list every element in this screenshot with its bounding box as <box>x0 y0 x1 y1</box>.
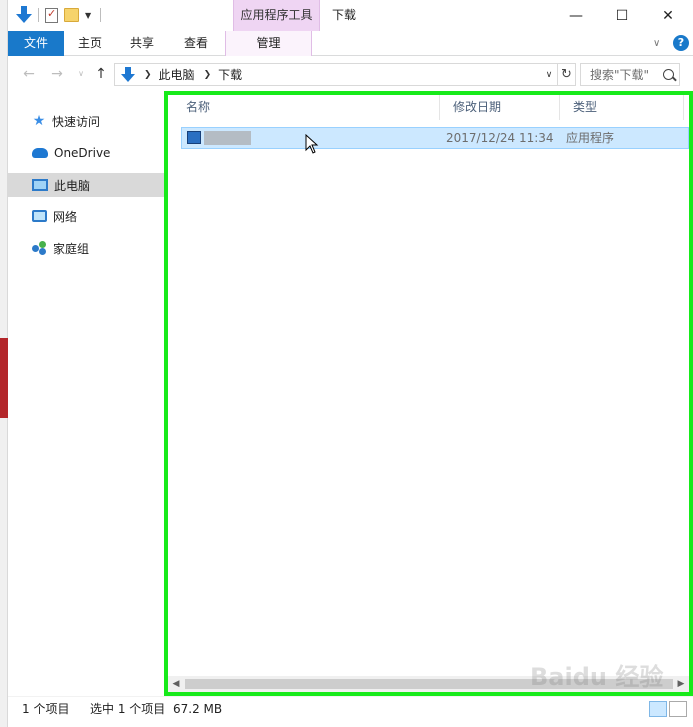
file-type: 应用程序 <box>566 131 615 145</box>
column-header-name[interactable]: 名称 <box>173 95 443 120</box>
sidebar-item-onedrive[interactable]: OneDrive <box>8 141 164 165</box>
refresh-icon[interactable]: ↻ <box>557 64 575 85</box>
navigation-pane: ★ 快速访问 OneDrive 此电脑 网络 家庭组 <box>8 91 164 696</box>
sidebar-item-label: 快速访问 <box>52 114 101 129</box>
window-title: 下载 <box>332 8 357 22</box>
chevron-right-icon[interactable]: ❯ <box>144 70 152 80</box>
column-header-date[interactable]: 修改日期 <box>439 95 559 120</box>
title-bar: ▼ 应用程序工具 下载 — ☐ ✕ <box>8 0 693 31</box>
sidebar-item-network[interactable]: 网络 <box>8 204 164 228</box>
sidebar-item-label: 此电脑 <box>54 178 91 193</box>
chevron-right-icon[interactable]: ❯ <box>204 70 212 80</box>
details-view-icon[interactable] <box>649 701 667 717</box>
column-headers: 名称 修改日期 类型 <box>168 95 689 120</box>
mouse-cursor-icon <box>305 134 319 154</box>
network-icon <box>32 210 47 222</box>
breadcrumb-this-pc[interactable]: 此电脑 <box>159 66 195 83</box>
up-arrow-icon[interactable]: ↑ <box>92 65 110 83</box>
close-button[interactable]: ✕ <box>645 0 691 31</box>
status-item-count: 1 个项目 <box>22 702 70 716</box>
homegroup-icon <box>32 241 47 255</box>
table-row[interactable]: 2017/12/24 11:34 应用程序 <box>181 127 689 149</box>
sidebar-item-homegroup[interactable]: 家庭组 <box>8 236 164 260</box>
status-bar: 1 个项目 选中 1 个项目 67.2 MB <box>8 696 693 727</box>
tab-share[interactable]: 共享 <box>120 31 164 56</box>
status-size: 67.2 MB <box>173 702 223 716</box>
star-icon: ★ <box>32 113 46 129</box>
background-window-edge <box>0 0 8 727</box>
sidebar-item-label: OneDrive <box>54 146 111 160</box>
status-selected: 选中 1 个项目 <box>90 702 166 716</box>
minimize-button[interactable]: — <box>553 0 599 31</box>
file-list: 名称 修改日期 类型 2017/12/24 11:34 应用程序 ◀ ▶ <box>164 91 693 696</box>
tab-view[interactable]: 查看 <box>174 31 218 56</box>
sidebar-item-quick-access[interactable]: ★ 快速访问 <box>8 109 164 133</box>
qat-separator <box>100 8 101 22</box>
properties-icon[interactable] <box>45 7 58 23</box>
chevron-down-icon[interactable]: ∨ <box>541 70 557 80</box>
tab-home[interactable]: 主页 <box>68 31 112 56</box>
qat-separator <box>38 8 39 22</box>
search-input[interactable]: 搜索"下载" <box>580 63 680 86</box>
help-icon[interactable]: ? <box>673 35 689 51</box>
address-bar[interactable]: ❯ 此电脑 ❯ 下载 ∨ ↻ <box>114 63 576 86</box>
download-folder-icon <box>121 66 135 83</box>
scroll-left-icon[interactable]: ◀ <box>168 676 184 692</box>
expand-ribbon-icon[interactable]: ∨ <box>653 38 663 49</box>
tab-manage[interactable]: 管理 <box>225 31 312 56</box>
quick-access-toolbar: ▼ <box>16 6 101 24</box>
view-switcher <box>649 701 687 717</box>
computer-icon <box>32 179 48 191</box>
column-header-more[interactable] <box>683 95 689 120</box>
new-folder-icon[interactable] <box>64 8 79 22</box>
recent-locations-icon[interactable]: ∨ <box>72 65 90 83</box>
application-icon <box>187 131 201 144</box>
column-header-type[interactable]: 类型 <box>559 95 683 120</box>
cloud-icon <box>32 148 48 158</box>
tab-file[interactable]: 文件 <box>8 31 64 56</box>
ribbon-tabs: 文件 主页 共享 查看 管理 ∨ ? <box>8 31 693 56</box>
breadcrumb-downloads[interactable]: 下载 <box>218 66 242 83</box>
watermark: Baidu 经验 <box>530 663 664 691</box>
large-icons-view-icon[interactable] <box>669 701 687 717</box>
download-folder-icon <box>16 6 32 24</box>
sidebar-item-label: 家庭组 <box>53 241 90 256</box>
file-modified-date: 2017/12/24 11:34 <box>446 131 554 145</box>
maximize-button[interactable]: ☐ <box>599 0 645 31</box>
search-icon <box>663 69 674 80</box>
address-tools: ∨ ↻ <box>541 64 575 85</box>
background-accent <box>0 338 8 418</box>
contextual-tab-group: 应用程序工具 <box>233 0 320 31</box>
file-name-redacted <box>204 131 251 145</box>
navigation-bar: ← → ∨ ↑ ❯ 此电脑 ❯ 下载 ∨ ↻ 搜索"下载" <box>8 57 693 91</box>
back-arrow-icon[interactable]: ← <box>20 65 38 83</box>
customize-qat-icon[interactable]: ▼ <box>85 11 94 20</box>
sidebar-item-label: 网络 <box>53 209 78 224</box>
scroll-right-icon[interactable]: ▶ <box>673 676 689 692</box>
search-placeholder: 搜索"下载" <box>590 68 650 82</box>
sidebar-item-this-pc[interactable]: 此电脑 <box>8 173 164 197</box>
ribbon-controls: ∨ ? <box>653 35 689 51</box>
forward-arrow-icon[interactable]: → <box>48 65 66 83</box>
